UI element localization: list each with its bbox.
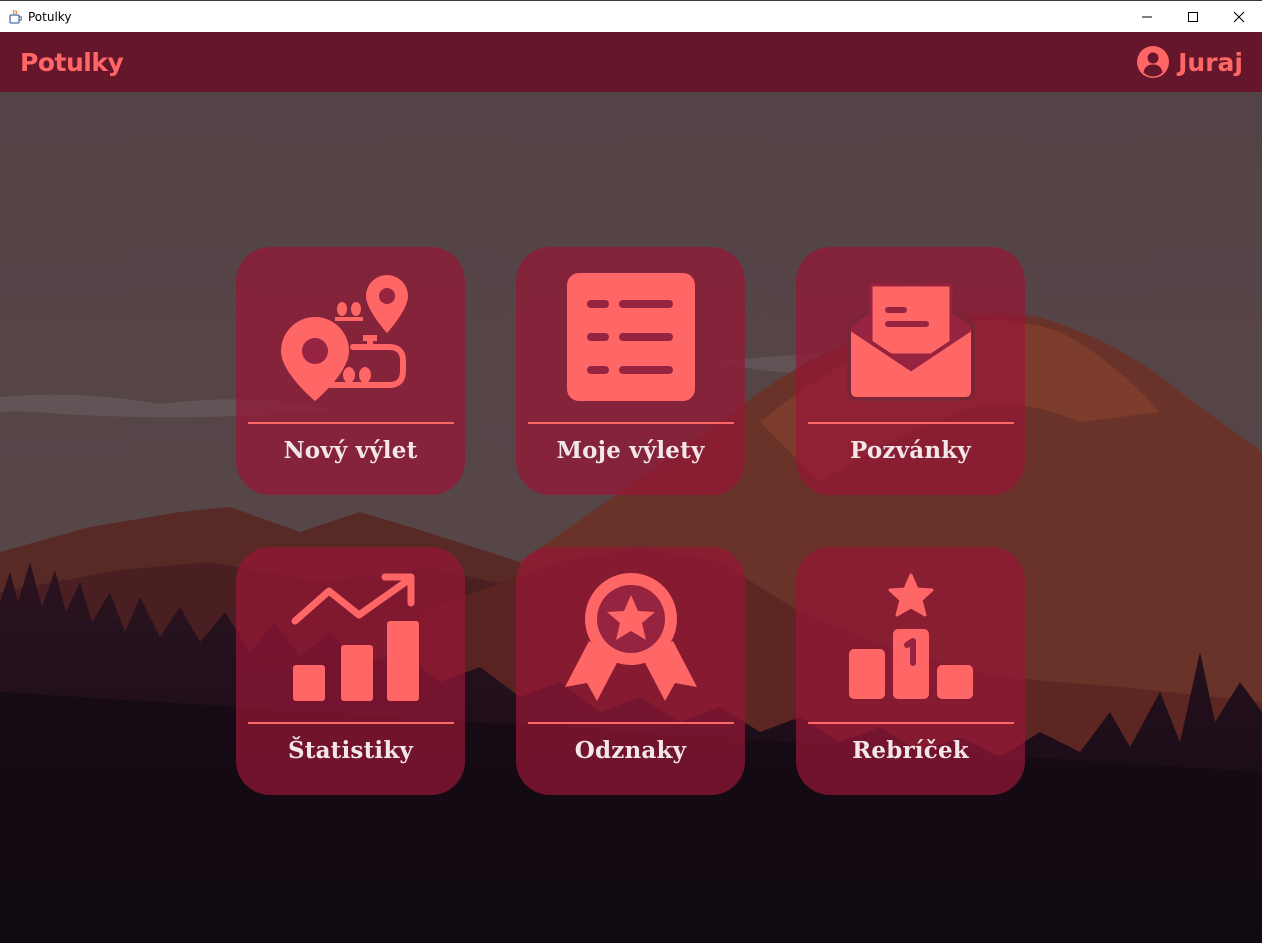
minimize-icon bbox=[1142, 16, 1152, 17]
java-app-icon bbox=[7, 9, 23, 25]
window-titlebar: Potulky bbox=[0, 0, 1262, 32]
tile-divider bbox=[808, 422, 1014, 424]
tile-my-trips[interactable]: Moje výlety bbox=[516, 247, 745, 495]
tile-label: Odznaky bbox=[574, 737, 687, 764]
close-button[interactable] bbox=[1216, 1, 1262, 32]
app-window: Potulky Potulky Juraj Nový výlet Moje vý… bbox=[0, 0, 1262, 943]
window-title: Potulky bbox=[28, 9, 72, 24]
tile-divider bbox=[248, 722, 454, 724]
tile-label: Pozvánky bbox=[850, 437, 971, 464]
badge-award-icon bbox=[564, 573, 697, 701]
list-icon bbox=[566, 273, 695, 401]
map-route-icon bbox=[280, 275, 408, 401]
podium-icon bbox=[848, 573, 973, 699]
tile-label: Štatistiky bbox=[287, 737, 414, 764]
tile-statistics[interactable]: Štatistiky bbox=[236, 547, 465, 795]
close-icon bbox=[1233, 11, 1245, 22]
tile-label: Nový výlet bbox=[283, 437, 418, 464]
tile-badges[interactable]: Odznaky bbox=[516, 547, 745, 795]
tile-label: Rebríček bbox=[852, 737, 969, 764]
tile-divider bbox=[528, 722, 734, 724]
user-name: Juraj bbox=[1178, 47, 1243, 77]
mountain-landscape-background bbox=[0, 92, 1262, 943]
minimize-button[interactable] bbox=[1124, 1, 1170, 32]
tile-new-trip[interactable]: Nový výlet bbox=[236, 247, 465, 495]
app-brand[interactable]: Potulky bbox=[20, 48, 124, 77]
tile-divider bbox=[808, 722, 1014, 724]
growth-chart-icon bbox=[291, 573, 419, 701]
maximize-button[interactable] bbox=[1170, 1, 1216, 32]
tile-leaderboard[interactable]: Rebríček bbox=[796, 547, 1025, 795]
tile-invitations[interactable]: Pozvánky bbox=[796, 247, 1025, 495]
tile-divider bbox=[528, 422, 734, 424]
user-avatar-icon bbox=[1137, 46, 1170, 78]
maximize-icon bbox=[1188, 11, 1198, 22]
open-envelope-icon bbox=[846, 278, 975, 401]
tile-divider bbox=[248, 422, 454, 424]
user-menu[interactable]: Juraj bbox=[1136, 45, 1243, 79]
tile-label: Moje výlety bbox=[556, 437, 705, 464]
app-header: Potulky Juraj bbox=[0, 32, 1262, 92]
